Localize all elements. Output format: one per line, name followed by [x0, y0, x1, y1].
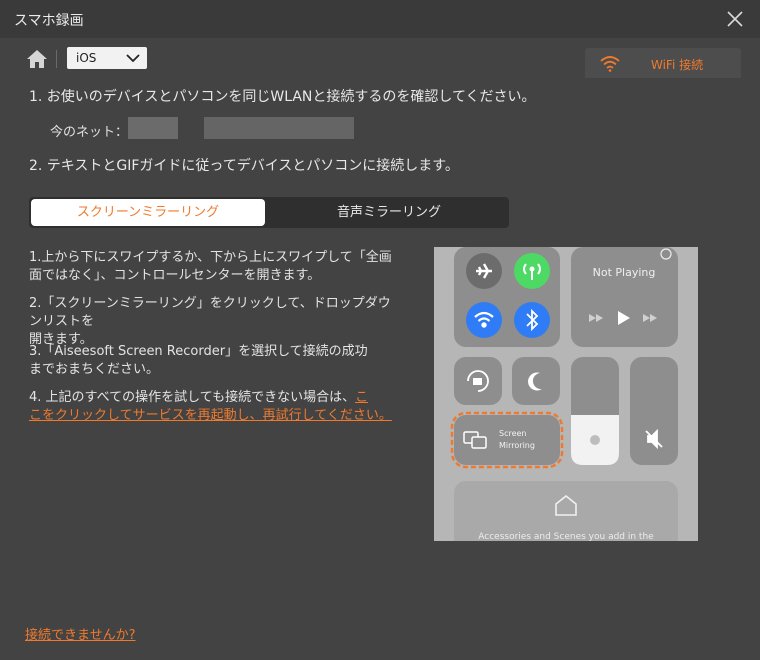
control-center-illustration: Not Playing Screen Mirroring Accessories…: [434, 247, 698, 541]
wifi-connection-tab[interactable]: WiFi 接続: [585, 48, 741, 78]
network-label: 今のネット：: [50, 125, 129, 140]
instruction-2: 2.「スクリーンミラーリング」をクリックして、ドロップダウンリストを 開きます。: [29, 295, 397, 349]
step-one: 1. お使いのデバイスとパソコンを同じWLANと接続するのを確認してください。: [29, 89, 536, 105]
network-row: 今のネット：: [50, 121, 128, 140]
instruction-2-line1: 2.「スクリーンミラーリング」をクリックして、ドロップダウンリストを: [29, 296, 391, 329]
device-select-value: iOS: [76, 51, 97, 65]
window-title: スマホ録画: [14, 13, 84, 29]
tab-screen-mirroring[interactable]: スクリーンミラーリング: [31, 199, 265, 226]
wifi-tab-label: WiFi 接続: [651, 58, 704, 72]
instruction-3-line2: までおまちください。: [29, 362, 160, 377]
chevron-down-icon: [126, 54, 140, 63]
instruction-1-line1: 1.上から下にスワイプするか、下から上にスワイプして「全画: [29, 250, 392, 265]
do-not-disturb-button: [512, 357, 560, 405]
restart-service-link-start[interactable]: こ: [355, 390, 368, 405]
instruction-4-line1: 4. 上記のすべての操作を試しても接続できない場合は、こ: [29, 389, 397, 407]
network-name-redacted: [128, 117, 178, 139]
screen-mirroring-button: [454, 415, 560, 465]
instruction-3: 3.「Aiseesoft Screen Recorder」を選択して接続の成功 …: [29, 343, 397, 379]
instruction-4-text: 4. 上記のすべての操作を試しても接続できない場合は、: [29, 390, 356, 405]
tab-audio-mirroring[interactable]: 音声ミラーリング: [269, 197, 509, 228]
not-playing-text: Not Playing: [593, 266, 656, 279]
restart-service-link[interactable]: こをクリックしてサービスを再起動し、再試行してください。: [29, 407, 397, 425]
brightness-icon: [590, 435, 600, 445]
instruction-3-line1: 3.「Aiseesoft Screen Recorder」を選択して接続の成功: [29, 344, 368, 359]
mirror-window: スマホ録画 iOS WiFi 接続 1. お使いのデバイスとパソコンを同じWLA…: [0, 0, 760, 660]
screen-label: Screen: [499, 429, 527, 438]
accessories-text: Accessories and Scenes you add in the: [478, 532, 654, 541]
music-panel: [571, 247, 678, 347]
wifi-button: [466, 302, 502, 338]
device-select[interactable]: iOS: [67, 47, 147, 69]
wifi-icon: [600, 56, 620, 72]
volume-slider: [630, 357, 678, 465]
cannot-connect-link[interactable]: 接続できませんか?: [25, 624, 136, 643]
instruction-1: 1.上から下にスワイプするか、下から上にスワイプして「全画 面ではなく」、コント…: [29, 249, 397, 285]
mirroring-label: Mirroring: [499, 441, 535, 450]
home-icon[interactable]: [26, 49, 48, 69]
nav-divider: [56, 50, 57, 68]
title-bar: スマホ録画: [0, 0, 760, 38]
instruction-4: 4. 上記のすべての操作を試しても接続できない場合は、こ こをクリックしてサービ…: [29, 389, 397, 425]
close-icon[interactable]: [726, 10, 744, 28]
instruction-1-line2: 面ではなく」、コントロールセンターを開きます。: [29, 268, 321, 283]
network-id-redacted: [204, 117, 354, 139]
step-two: 2. テキストとGIFガイドに従ってデバイスとパソコンに接続します。: [29, 158, 459, 174]
mirroring-mode-toggle: スクリーンミラーリング 音声ミラーリング: [29, 197, 509, 228]
control-center-graphic: Not Playing Screen Mirroring Accessories…: [434, 247, 698, 541]
